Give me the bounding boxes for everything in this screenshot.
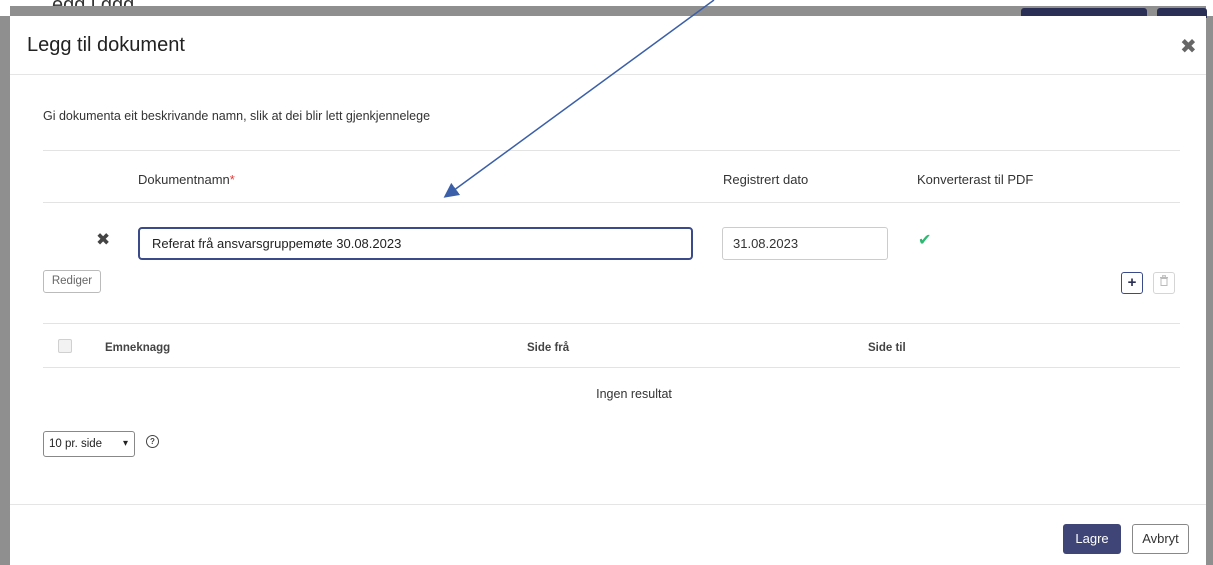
chevron-down-icon: ▾ bbox=[122, 438, 128, 449]
document-name-value: Referat frå ansvarsgruppemøte 30.08.2023 bbox=[152, 236, 402, 251]
document-name-input[interactable]: Referat frå ansvarsgruppemøte 30.08.2023 bbox=[138, 227, 693, 260]
dialog-header: Legg til dokument ✖ bbox=[10, 16, 1206, 75]
dialog-title: Legg til dokument bbox=[27, 34, 185, 56]
divider bbox=[10, 504, 1206, 505]
trash-icon[interactable] bbox=[1153, 272, 1175, 294]
cancel-button[interactable]: Avbryt bbox=[1132, 524, 1189, 554]
registered-date-value: 31.08.2023 bbox=[733, 236, 799, 251]
column-header-date: Registrert dato bbox=[723, 172, 809, 187]
tag-table-header: Side frå bbox=[527, 342, 570, 354]
intro-text: Gi dokumenta eit beskrivande namn, slik … bbox=[43, 109, 431, 123]
required-mark: * bbox=[229, 172, 235, 187]
tag-table-header: Emneknagg bbox=[105, 342, 171, 354]
plus-icon[interactable]: + bbox=[1121, 272, 1143, 294]
trash-icon-glyph bbox=[1160, 275, 1168, 286]
column-header-pdf: Konverterast til PDF bbox=[917, 172, 1034, 187]
column-header-name: Dokumentnamn* bbox=[138, 172, 235, 187]
backdrop-left bbox=[0, 16, 10, 565]
divider bbox=[43, 323, 1180, 324]
backdrop-right bbox=[1206, 16, 1213, 565]
page-size-value: 10 pr. side bbox=[49, 438, 103, 450]
empty-table-text: Ingen resultat bbox=[596, 387, 672, 401]
tag-table-header: Side til bbox=[868, 342, 906, 354]
page-size-select[interactable]: 10 pr. side ▾ bbox=[43, 431, 135, 457]
select-all-checkbox[interactable] bbox=[58, 339, 72, 353]
close-icon[interactable]: ✖ bbox=[1180, 34, 1197, 59]
empty-table-message: Ingen resultat bbox=[10, 387, 1206, 401]
column-header-name-label: Dokumentnamn bbox=[138, 172, 230, 187]
save-button[interactable]: Lagre bbox=[1063, 524, 1121, 554]
divider bbox=[43, 202, 1180, 203]
help-icon[interactable]: ? bbox=[146, 435, 159, 448]
check-icon: ✔ bbox=[918, 232, 932, 249]
divider bbox=[43, 150, 1180, 151]
remove-row-icon[interactable]: ✖ bbox=[96, 230, 110, 250]
registered-date-input[interactable]: 31.08.2023 bbox=[722, 227, 888, 260]
add-document-dialog: Legg til dokument ✖ Gi dokumenta eit bes… bbox=[10, 16, 1206, 565]
divider bbox=[43, 367, 1180, 368]
edit-button[interactable]: Rediger bbox=[43, 270, 101, 293]
